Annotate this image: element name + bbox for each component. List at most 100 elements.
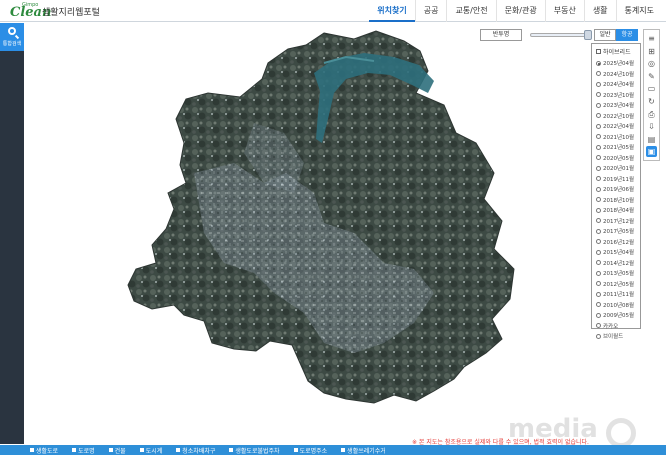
year-radio-item[interactable]: 2010년08월 xyxy=(596,300,634,311)
rectangle-icon[interactable]: ▭ xyxy=(646,83,657,94)
layers-icon[interactable]: ≡ xyxy=(646,33,657,44)
nav-item[interactable]: 위치찾기 xyxy=(369,0,415,22)
year-radio-item[interactable]: 2011년11월 xyxy=(596,289,634,300)
print-icon[interactable]: ⎙ xyxy=(646,109,657,120)
year-label: 2019년06월 xyxy=(603,187,635,194)
grid-icon[interactable]: ⊞ xyxy=(646,46,657,57)
radio-button[interactable] xyxy=(596,71,601,77)
pencil-icon[interactable]: ✎ xyxy=(646,71,657,82)
radio-button[interactable] xyxy=(596,218,601,224)
year-label: 2023년10월 xyxy=(603,92,635,99)
map-view[interactable] xyxy=(24,23,666,444)
year-radio-item[interactable]: 2020년01월 xyxy=(596,163,634,174)
year-radio-item[interactable]: 2012년05월 xyxy=(596,279,634,290)
year-label: 2023년04월 xyxy=(603,103,635,110)
legend-item[interactable]: 도로명 xyxy=(72,446,95,455)
radio-button[interactable] xyxy=(596,113,601,119)
portal-logo[interactable]: Gimpo Clean xyxy=(6,2,51,20)
radio-button[interactable] xyxy=(596,197,601,203)
radio-button[interactable] xyxy=(596,270,601,276)
year-radio-item[interactable]: 2018년04월 xyxy=(596,205,634,216)
checkbox-box[interactable] xyxy=(596,49,601,54)
year-radio-item[interactable]: 2023년10월 xyxy=(596,90,634,101)
radio-button[interactable] xyxy=(596,186,601,192)
year-radio-item[interactable]: 2019년06월 xyxy=(596,184,634,195)
legend-swatch-icon xyxy=(176,448,181,452)
legend-item[interactable]: 건물 xyxy=(108,446,126,455)
save-icon[interactable]: ▤ xyxy=(646,134,657,145)
radio-button[interactable] xyxy=(596,134,601,140)
radio-button[interactable] xyxy=(596,260,601,266)
radio-button[interactable] xyxy=(596,102,601,108)
normal-map-button[interactable]: 일반 xyxy=(594,29,616,41)
year-radio-item[interactable]: 2023년04월 xyxy=(596,100,634,111)
opacity-slider-thumb[interactable] xyxy=(584,30,592,40)
nav-item[interactable]: 문화/관광 xyxy=(495,0,545,22)
download-icon[interactable]: ⇩ xyxy=(646,121,657,132)
legend-swatch-icon xyxy=(139,448,144,452)
radio-button[interactable] xyxy=(596,144,601,150)
radio-button[interactable] xyxy=(596,281,601,287)
year-radio-item[interactable]: 2009년05월 xyxy=(596,310,634,321)
year-radio-item[interactable]: 브이월드 xyxy=(596,331,634,342)
hybrid-checkbox[interactable]: 하이브리드 xyxy=(596,47,631,56)
year-radio-item[interactable]: 2024년04월 xyxy=(596,79,634,90)
year-radio-item[interactable]: 2024년10월 xyxy=(596,69,634,80)
year-radio-item[interactable]: 2019년11월 xyxy=(596,174,634,185)
legend-item[interactable]: 도로명주소 xyxy=(293,446,327,455)
radio-button[interactable] xyxy=(596,323,601,329)
watermark-text: media xyxy=(508,414,598,444)
radio-button[interactable] xyxy=(596,228,601,234)
legend-item[interactable]: 생활쓰레기수거 xyxy=(341,446,386,455)
watermark-logo xyxy=(606,418,636,448)
radio-button[interactable] xyxy=(596,123,601,129)
portal-title[interactable]: 생활지리웹포털 xyxy=(42,5,100,18)
nav-item[interactable]: 교통/안전 xyxy=(446,0,495,22)
nav-item[interactable]: 통계지도 xyxy=(615,0,662,22)
radio-button[interactable] xyxy=(596,312,601,318)
integrated-search-button[interactable]: 통합검색 xyxy=(0,23,24,51)
satellite-map-button[interactable]: 항공 xyxy=(616,29,638,41)
refresh-icon[interactable]: ↻ xyxy=(646,96,657,107)
radio-button[interactable] xyxy=(596,92,601,98)
radio-button[interactable] xyxy=(596,291,601,297)
nav-item[interactable]: 공공 xyxy=(414,0,447,22)
transparency-button[interactable]: 반투명 xyxy=(480,29,522,41)
year-radio-item[interactable]: 2022년04월 xyxy=(596,121,634,132)
year-radio-item[interactable]: 카카오 xyxy=(596,321,634,332)
radio-button[interactable] xyxy=(596,155,601,161)
legend-swatch-icon xyxy=(341,448,346,452)
year-radio-item[interactable]: 2014년12월 xyxy=(596,258,634,269)
year-radio-item[interactable]: 2020년05월 xyxy=(596,153,634,164)
legend-item[interactable]: 생활도로 xyxy=(30,446,58,455)
year-radio-item[interactable]: 2013년05월 xyxy=(596,268,634,279)
radio-button[interactable] xyxy=(596,165,601,171)
legend-item[interactable]: 청소차배차구 xyxy=(176,446,215,455)
radio-button[interactable] xyxy=(596,207,601,213)
year-radio-item[interactable]: 2018년10월 xyxy=(596,195,634,206)
legend-item[interactable]: 도시계 xyxy=(139,446,162,455)
year-radio-item[interactable]: 2015년04월 xyxy=(596,247,634,258)
legend-item[interactable]: 생활도로불법주차 xyxy=(229,446,280,455)
radio-button[interactable] xyxy=(596,176,601,182)
year-radio-item[interactable]: 2016년12월 xyxy=(596,237,634,248)
book-icon[interactable]: ▣ xyxy=(646,146,657,158)
year-radio-item[interactable]: 2017년05월 xyxy=(596,226,634,237)
year-radio-item[interactable]: 2025년04월 xyxy=(596,58,634,69)
year-radio-item[interactable]: 2021년05월 xyxy=(596,142,634,153)
radio-button[interactable] xyxy=(596,81,601,87)
nav-item[interactable]: 생활 xyxy=(583,0,616,22)
opacity-slider-track[interactable] xyxy=(530,33,588,37)
year-radio-item[interactable]: 2022년10월 xyxy=(596,111,634,122)
radio-button[interactable] xyxy=(596,302,601,308)
year-label: 2020년05월 xyxy=(603,155,635,162)
radio-button[interactable] xyxy=(596,239,601,245)
compass-icon[interactable]: ◎ xyxy=(646,58,657,69)
year-label: 2018년04월 xyxy=(603,208,635,215)
year-radio-item[interactable]: 2021년10월 xyxy=(596,132,634,143)
year-radio-item[interactable]: 2017년12월 xyxy=(596,216,634,227)
radio-button[interactable] xyxy=(596,333,601,339)
radio-button[interactable] xyxy=(596,60,601,66)
radio-button[interactable] xyxy=(596,249,601,255)
nav-item[interactable]: 부동산 xyxy=(544,0,584,22)
